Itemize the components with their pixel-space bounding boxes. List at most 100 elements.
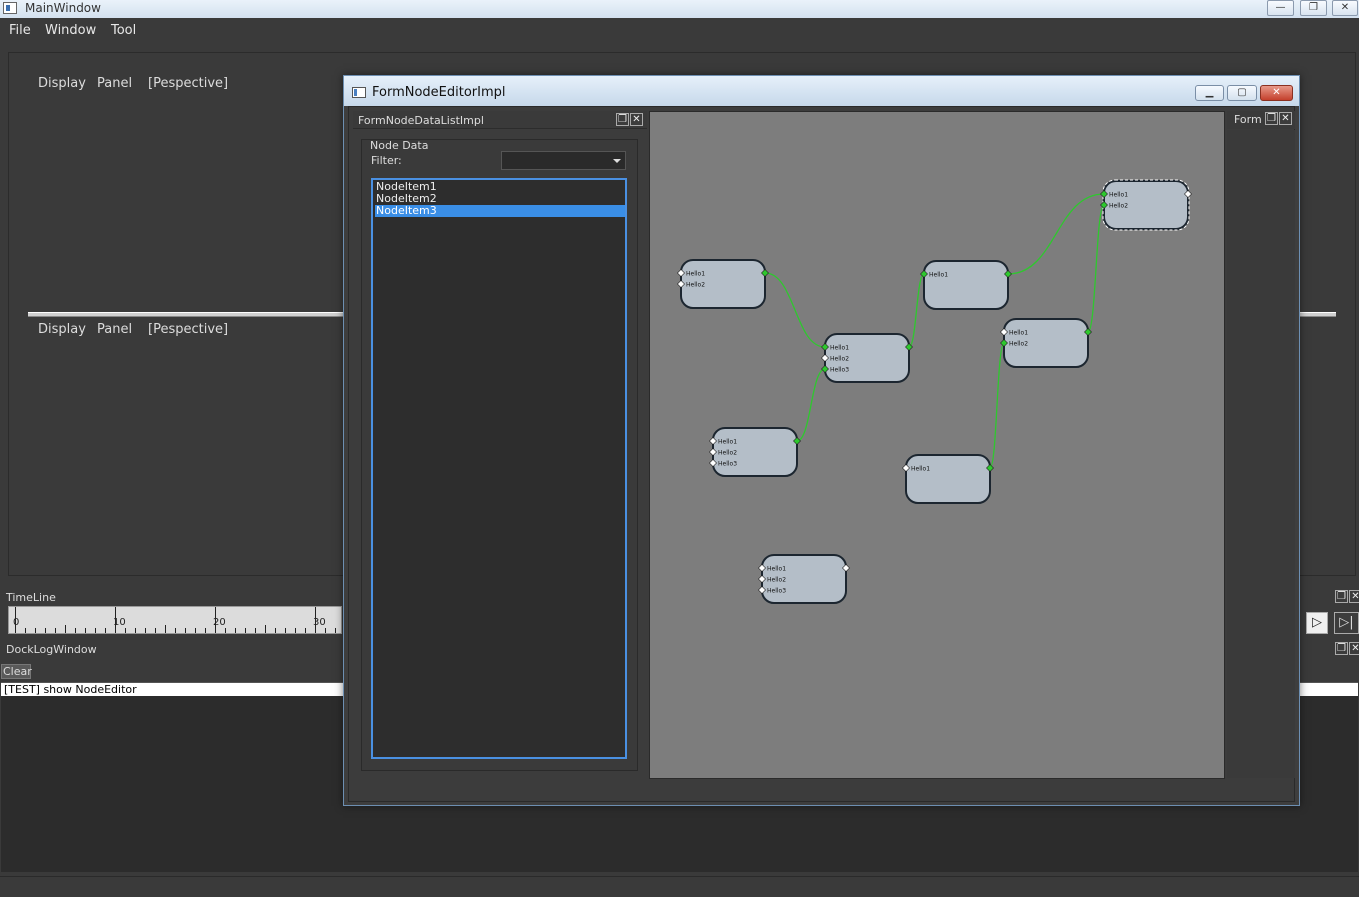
right-dock-titlebar: Form ❐ ✕: [1227, 111, 1295, 129]
node-editor-window[interactable]: FormNodeEditorImpl ▁ ▢ ✕ FormNodeDataLis…: [343, 75, 1300, 806]
editor-minimize-button[interactable]: ▁: [1195, 85, 1224, 101]
timeline-close-button[interactable]: ✕: [1349, 590, 1359, 603]
node-list-close-button[interactable]: ✕: [630, 113, 643, 126]
port-label: Hello2: [1109, 203, 1128, 210]
node-list-dock-title: FormNodeDataListImpl: [358, 114, 484, 127]
ruler-tick: [145, 628, 146, 633]
ruler-label: 0: [13, 617, 20, 628]
graph-node[interactable]: Hello1 Hello2: [1100, 179, 1192, 231]
port-label: Hello2: [686, 282, 705, 289]
menu-window[interactable]: Window: [45, 23, 96, 38]
timeline-float-button[interactable]: ❐: [1335, 590, 1348, 603]
node-data-group-title: Node Data: [370, 139, 429, 152]
port-label: Hello1: [718, 439, 737, 446]
node-link: [908, 273, 925, 348]
ruler-tick: [215, 607, 216, 633]
node-link: [764, 272, 826, 348]
graph-node[interactable]: Hello1: [902, 454, 994, 504]
ruler-tick: [315, 607, 316, 633]
port-label: Hello1: [767, 566, 786, 573]
port-label: Hello2: [1009, 341, 1028, 348]
ruler-tick: [125, 628, 126, 633]
ruler-tick: [205, 628, 206, 633]
ruler-tick: [65, 625, 66, 633]
top-view-display-menu[interactable]: Display: [38, 76, 86, 91]
top-view-perspective-menu[interactable]: [Pespective]: [148, 76, 228, 91]
node-link: [796, 368, 826, 442]
node-list-dock-titlebar: FormNodeDataListImpl ❐ ✕: [353, 111, 647, 129]
ruler-tick: [95, 628, 96, 633]
list-item-selected[interactable]: NodeItem3: [375, 205, 625, 217]
port-label: Hello2: [718, 450, 737, 457]
ruler-tick: [195, 628, 196, 633]
ruler-tick: [185, 628, 186, 633]
play-button[interactable]: ▷: [1306, 612, 1328, 634]
node-list-float-button[interactable]: ❐: [616, 113, 629, 126]
node-editor-titlebar[interactable]: FormNodeEditorImpl ▁ ▢ ✕: [344, 76, 1299, 106]
ruler-tick: [25, 628, 26, 633]
editor-maximize-button[interactable]: ▢: [1227, 85, 1257, 101]
ruler-tick: [35, 628, 36, 633]
port-label: Hello2: [830, 356, 849, 363]
ruler-tick: [155, 628, 156, 633]
close-button[interactable]: ✕: [1332, 0, 1358, 16]
status-bar: [0, 876, 1359, 897]
right-dock-close-button[interactable]: ✕: [1279, 112, 1292, 125]
editor-close-button[interactable]: ✕: [1260, 85, 1293, 101]
ruler-tick: [275, 628, 276, 633]
ruler-tick: [225, 628, 226, 633]
timeline-title: TimeLine: [6, 591, 56, 604]
graph-node[interactable]: Hello1 Hello2 Hello3: [821, 333, 913, 383]
graph-node-body: [923, 260, 1009, 310]
port-label: Hello2: [767, 577, 786, 584]
minimize-button[interactable]: —: [1267, 0, 1294, 16]
right-dock-title: Form: [1234, 113, 1262, 126]
chevron-down-icon: [613, 159, 621, 163]
port-label: Hello1: [1009, 330, 1028, 337]
log-float-button[interactable]: ❐: [1335, 642, 1348, 655]
graph-node[interactable]: Hello1 Hello2 Hello3: [758, 554, 850, 604]
graph-node[interactable]: Hello1 Hello2: [677, 259, 769, 309]
ruler-tick: [105, 628, 106, 633]
log-close-button[interactable]: ✕: [1349, 642, 1359, 655]
ruler-tick: [335, 628, 336, 633]
ruler-tick: [285, 628, 286, 633]
clear-log-button[interactable]: Clear: [1, 664, 32, 679]
top-view-panel-menu[interactable]: Panel: [97, 76, 132, 91]
node-editor-title: FormNodeEditorImpl: [372, 85, 506, 100]
menu-file[interactable]: File: [9, 23, 31, 38]
node-graph-svg[interactable]: Hello1Hello2Hello1Hello2Hello3Hello1Hell…: [650, 112, 1226, 780]
bottom-view-display-menu[interactable]: Display: [38, 322, 86, 337]
main-window-titlebar: MainWindow — ❐ ✕: [0, 0, 1359, 18]
app-icon: [3, 2, 17, 14]
node-link: [1087, 204, 1105, 333]
restore-button[interactable]: ❐: [1300, 0, 1327, 16]
right-dock-float-button[interactable]: ❐: [1265, 112, 1278, 125]
ruler-tick: [135, 628, 136, 633]
ruler-tick: [45, 628, 46, 633]
port-label: Hello1: [830, 345, 849, 352]
menu-tool[interactable]: Tool: [111, 23, 136, 38]
bottom-view-panel-menu[interactable]: Panel: [97, 322, 132, 337]
right-dock-body: [1227, 130, 1295, 778]
node-item-list[interactable]: NodeItem1 NodeItem2 NodeItem3: [371, 178, 627, 759]
ruler-tick: [295, 628, 296, 633]
main-window-title: MainWindow: [25, 1, 101, 15]
ruler-tick: [325, 628, 326, 633]
node-graph-canvas[interactable]: Hello1 Hello2 Hello1 Hello2 Hello3 Hello1 Hell…: [649, 111, 1225, 779]
port-label: Hello3: [718, 461, 737, 468]
graph-node[interactable]: Hello1 Hello2 Hello3: [709, 427, 801, 477]
timeline-ruler[interactable]: 0 10 20 30: [8, 606, 346, 634]
ruler-tick: [255, 628, 256, 633]
port-label: Hello1: [929, 272, 948, 279]
graph-node[interactable]: Hello1 Hello2: [1000, 318, 1092, 368]
port-label: Hello3: [830, 367, 849, 374]
node-link: [989, 342, 1005, 469]
graph-node[interactable]: Hello1: [920, 260, 1012, 310]
filter-dropdown[interactable]: [501, 151, 626, 170]
bottom-view-perspective-menu[interactable]: [Pespective]: [148, 322, 228, 337]
step-forward-button[interactable]: ▷|: [1334, 612, 1359, 634]
log-title: DockLogWindow: [6, 643, 97, 656]
ruler-tick: [245, 628, 246, 633]
menubar: File Window Tool: [0, 19, 1359, 44]
